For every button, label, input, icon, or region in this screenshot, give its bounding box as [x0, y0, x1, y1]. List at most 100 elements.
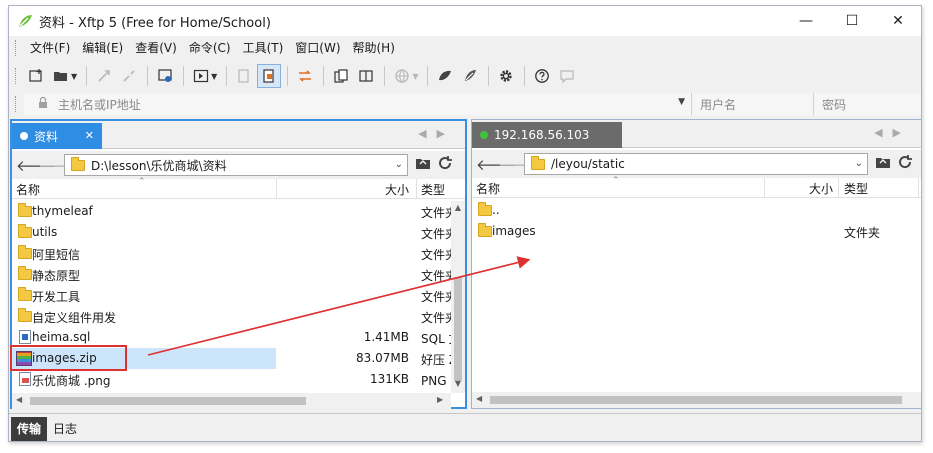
local-horizontal-scrollbar[interactable]: ◀ ▶ — [12, 393, 451, 409]
remote-horizontal-scrollbar[interactable]: ◀ — [472, 392, 921, 408]
close-button[interactable]: ✕ — [875, 6, 921, 36]
list-item[interactable]: 乐优商城 .png 131KB PNG 文件 — [12, 369, 452, 390]
remote-path-input[interactable]: /leyou/static ⌄ — [524, 153, 868, 175]
close-tab-icon[interactable]: ✕ — [85, 129, 94, 142]
tab-transfers[interactable]: 传输 — [11, 417, 48, 441]
col-size-header[interactable]: 大小 — [809, 180, 833, 197]
session-settings-button[interactable] — [153, 64, 177, 88]
help-button[interactable] — [530, 64, 554, 88]
path-dropdown-icon[interactable]: ⌄ — [855, 158, 863, 169]
list-item[interactable]: 自定义组件用发 文件夹 — [12, 306, 452, 327]
parent-folder-button[interactable] — [872, 155, 894, 173]
col-type-header[interactable]: 类型 — [421, 181, 445, 198]
minimize-button[interactable]: — — [783, 6, 829, 36]
file-name: 阿里短信 — [32, 248, 81, 262]
forward-arrow-icon[interactable]: 🡒 — [498, 155, 538, 174]
file-name: 静态原型 — [32, 269, 81, 283]
list-item[interactable]: .. — [472, 200, 921, 221]
remote-pane: 192.168.56.103 ◀▶ 🡐 🡒 /leyou/static ⌄ 名称… — [471, 119, 921, 409]
new-window-button[interactable] — [329, 64, 353, 88]
list-item[interactable]: images 文件夹 — [472, 221, 921, 242]
list-item[interactable]: 静态原型 文件夹 — [12, 264, 452, 285]
menu-command[interactable]: 命令(C) — [183, 36, 237, 60]
tab-remote[interactable]: 192.168.56.103 — [472, 122, 622, 148]
column-divider[interactable] — [764, 178, 765, 197]
web-button[interactable] — [390, 64, 414, 88]
file-type: 文件夹 — [421, 206, 452, 220]
menu-tools[interactable]: 工具(T) — [237, 36, 290, 60]
file-type: 好压 ZIP 压缩文件 — [421, 353, 452, 367]
parent-folder-button[interactable] — [412, 156, 434, 174]
split-window-button[interactable] — [354, 64, 378, 88]
disconnect-button[interactable] — [117, 64, 141, 88]
file-name: .. — [492, 203, 500, 217]
tab-scroll-arrows-icon[interactable]: ◀▶ — [874, 126, 911, 139]
column-divider[interactable] — [838, 178, 839, 197]
scroll-thumb[interactable] — [454, 277, 462, 381]
forward-arrow-icon[interactable]: 🡒 — [38, 156, 78, 175]
back-arrow-icon[interactable]: 🡐 — [16, 156, 56, 175]
open-button[interactable] — [49, 64, 73, 88]
file-name: thymeleaf — [32, 204, 93, 218]
list-item[interactable]: utils 文件夹 — [12, 222, 452, 243]
scroll-thumb[interactable] — [490, 396, 902, 404]
column-divider[interactable] — [918, 178, 919, 197]
new-session-button[interactable] — [24, 64, 48, 88]
remote-tab-strip: 192.168.56.103 ◀▶ — [472, 120, 921, 148]
col-name-header[interactable]: 名称 — [476, 180, 500, 197]
local-tab-dot-icon — [20, 132, 28, 140]
password-placeholder: 密码 — [822, 97, 847, 112]
tab-scroll-arrows-icon[interactable]: ◀▶ — [418, 127, 455, 140]
local-vertical-scrollbar[interactable]: ▲ ▼ — [451, 201, 465, 393]
col-size-header[interactable]: 大小 — [385, 181, 409, 198]
col-name-header[interactable]: 名称 — [16, 181, 40, 198]
title-bar[interactable]: 资料 - Xftp 5 (Free for Home/School) — ☐ ✕ — [9, 6, 921, 36]
options-button[interactable] — [494, 64, 518, 88]
list-item[interactable]: thymeleaf 文件夹 — [12, 201, 452, 222]
username-input[interactable]: 用户名 — [692, 93, 814, 115]
path-dropdown-icon[interactable]: ⌄ — [395, 159, 403, 170]
xshell-button[interactable] — [433, 64, 457, 88]
col-type-header[interactable]: 类型 — [844, 180, 868, 197]
disconnect-icon — [123, 70, 135, 82]
maximize-button[interactable]: ☐ — [829, 6, 875, 36]
list-item[interactable]: 阿里短信 文件夹 — [12, 243, 452, 264]
folder-icon — [18, 287, 32, 301]
scroll-right-icon[interactable]: ▶ — [437, 395, 443, 404]
local-path-input[interactable]: D:\lesson\乐优商城\资料 ⌄ — [64, 154, 408, 176]
column-divider[interactable] — [416, 179, 417, 198]
terminal-button[interactable] — [189, 64, 213, 88]
scroll-thumb[interactable] — [30, 397, 306, 405]
list-item-selected[interactable]: images.zip 83.07MB 好压 ZIP 压缩文件 — [10, 345, 452, 371]
scroll-up-icon[interactable]: ▲ — [451, 203, 465, 212]
xmanager-button[interactable] — [458, 64, 482, 88]
tab-local[interactable]: 资料 ✕ — [12, 123, 102, 149]
connect-button[interactable] — [92, 64, 116, 88]
connect-icon — [98, 70, 110, 82]
menu-edit[interactable]: 编辑(E) — [76, 36, 129, 60]
menu-view[interactable]: 查看(V) — [129, 36, 183, 60]
bottom-tab-bar: 传输 日志 — [9, 413, 921, 441]
xftp-logo-icon — [17, 13, 33, 29]
refresh-button[interactable] — [894, 154, 916, 174]
paste-button[interactable] — [257, 64, 282, 88]
column-divider[interactable] — [276, 179, 277, 198]
password-input[interactable]: 密码 — [814, 93, 921, 115]
menu-help[interactable]: 帮助(H) — [347, 36, 401, 60]
host-input[interactable]: 主机名或IP地址 ▼ — [24, 93, 692, 115]
folder-icon — [531, 155, 545, 170]
copy-button[interactable] — [232, 64, 256, 88]
refresh-button[interactable] — [434, 155, 456, 175]
tab-log[interactable]: 日志 — [47, 417, 83, 441]
chat-button[interactable] — [555, 64, 579, 88]
transfer-button[interactable] — [293, 64, 317, 88]
back-arrow-icon[interactable]: 🡐 — [476, 155, 516, 174]
scroll-down-icon[interactable]: ▼ — [451, 379, 465, 388]
scroll-left-icon[interactable]: ◀ — [16, 395, 22, 404]
menu-file[interactable]: 文件(F) — [24, 36, 76, 60]
menu-window[interactable]: 窗口(W) — [289, 36, 346, 60]
scroll-left-icon[interactable]: ◀ — [476, 394, 482, 403]
list-item[interactable]: 开发工具 文件夹 — [12, 285, 452, 306]
toolbar-separator — [384, 66, 386, 86]
host-dropdown-icon[interactable]: ▼ — [678, 97, 685, 107]
